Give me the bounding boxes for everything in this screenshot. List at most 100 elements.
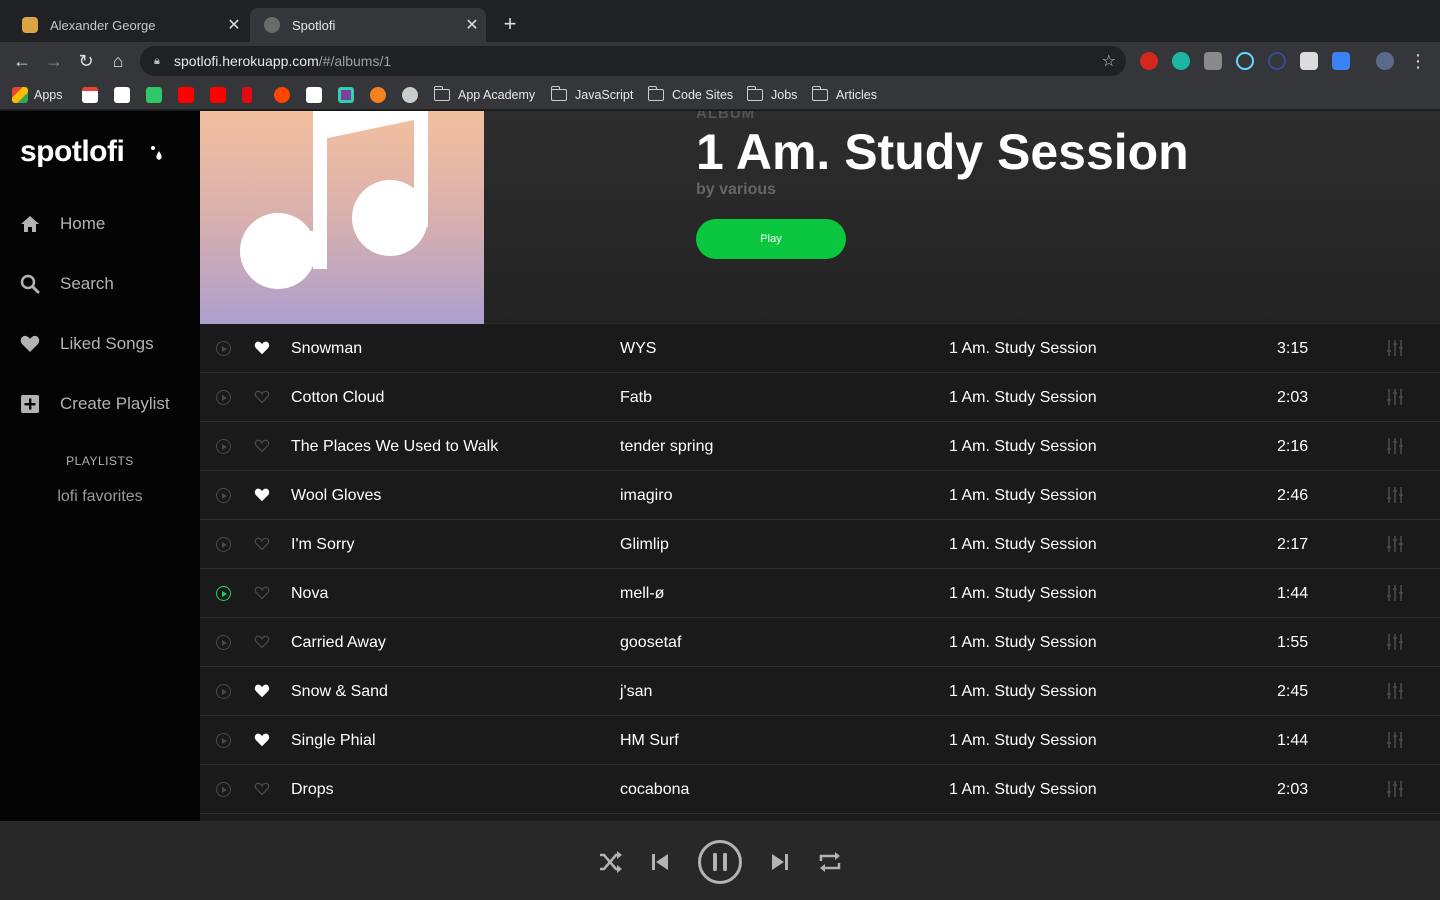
hackerrank-bookmark-icon[interactable] bbox=[146, 86, 168, 104]
track-row[interactable]: The Places We Used to Walk tender spring 1… bbox=[200, 422, 1440, 471]
menu-kebab-icon[interactable]: ⋮ bbox=[1406, 49, 1430, 73]
track-artist[interactable]: imagiro bbox=[620, 471, 672, 520]
shuffle-icon[interactable] bbox=[597, 850, 623, 874]
play-track-icon[interactable] bbox=[216, 667, 232, 716]
profile-avatar[interactable] bbox=[1376, 52, 1394, 70]
track-album[interactable]: 1 Am. Study Session bbox=[949, 667, 1097, 716]
track-artist[interactable]: WYS bbox=[620, 324, 656, 373]
heart-filled-icon[interactable] bbox=[254, 324, 270, 373]
browser-tab[interactable]: Alexander George ✕ bbox=[8, 8, 248, 42]
heart-outline-icon[interactable] bbox=[254, 765, 270, 814]
track-row[interactable]: Nova mell-ø 1 Am. Study Session 1:44 bbox=[200, 569, 1440, 618]
forward-arrow-icon[interactable]: → bbox=[42, 49, 66, 73]
next-icon[interactable] bbox=[770, 852, 790, 872]
track-album[interactable]: 1 Am. Study Session bbox=[949, 618, 1097, 667]
track-row[interactable]: Cotton Cloud Fatb 1 Am. Study Session 2:03 bbox=[200, 373, 1440, 422]
back-arrow-icon[interactable]: ← bbox=[10, 49, 34, 73]
address-bar[interactable]: 🔒︎ spotlofi.herokuapp.com/#/albums/1 ☆ bbox=[140, 46, 1126, 76]
heart-outline-icon[interactable] bbox=[254, 520, 270, 569]
play-track-icon[interactable] bbox=[216, 422, 232, 471]
react-devtools-icon[interactable] bbox=[1236, 52, 1254, 70]
heart-filled-icon[interactable] bbox=[254, 716, 270, 765]
track-album[interactable]: 1 Am. Study Session bbox=[949, 520, 1097, 569]
tab-close-icon[interactable]: ✕ bbox=[220, 15, 248, 35]
play-track-icon[interactable] bbox=[216, 716, 232, 765]
sliders-icon[interactable] bbox=[1386, 765, 1406, 814]
extension-icon[interactable] bbox=[1332, 52, 1350, 70]
playlist-item[interactable]: lofi favorites bbox=[0, 488, 200, 506]
extension-icon[interactable] bbox=[1172, 52, 1190, 70]
track-row[interactable]: Drops cocabona 1 Am. Study Session 2:03 bbox=[200, 765, 1440, 814]
sliders-icon[interactable] bbox=[1386, 324, 1406, 373]
track-row[interactable]: Wool Gloves imagiro 1 Am. Study Session 2:4… bbox=[200, 471, 1440, 520]
play-track-icon[interactable] bbox=[216, 569, 232, 618]
extension-icon[interactable] bbox=[1268, 52, 1286, 70]
nav-home[interactable]: Home bbox=[20, 209, 190, 239]
track-album[interactable]: 1 Am. Study Session bbox=[949, 422, 1097, 471]
nav-search[interactable]: Search bbox=[20, 269, 190, 299]
track-album[interactable]: 1 Am. Study Session bbox=[949, 716, 1097, 765]
play-track-icon[interactable] bbox=[216, 618, 232, 667]
tab-close-icon[interactable]: ✕ bbox=[458, 15, 486, 35]
track-artist[interactable]: mell-ø bbox=[620, 569, 664, 618]
pause-button[interactable] bbox=[698, 840, 742, 884]
site-bookmark-icon[interactable] bbox=[338, 86, 360, 104]
heart-filled-icon[interactable] bbox=[254, 471, 270, 520]
track-row[interactable]: Carried Away goosetaf 1 Am. Study Session 1… bbox=[200, 618, 1440, 667]
track-artist[interactable]: j'san bbox=[620, 667, 652, 716]
track-album[interactable]: 1 Am. Study Session bbox=[949, 569, 1097, 618]
track-artist[interactable]: cocabona bbox=[620, 765, 689, 814]
bookmark-apps[interactable]: Apps bbox=[12, 86, 63, 104]
amazon-bookmark-icon[interactable] bbox=[306, 86, 328, 104]
reddit-bookmark-icon[interactable] bbox=[274, 86, 296, 104]
track-artist[interactable]: Glimlip bbox=[620, 520, 669, 569]
repeat-icon[interactable] bbox=[818, 850, 842, 874]
track-album[interactable]: 1 Am. Study Session bbox=[949, 471, 1097, 520]
bookmark-folder[interactable]: App Academy bbox=[433, 86, 535, 104]
play-track-icon[interactable] bbox=[216, 324, 232, 373]
youtube-bookmark-icon[interactable] bbox=[210, 86, 232, 104]
track-album[interactable]: 1 Am. Study Session bbox=[949, 765, 1097, 814]
heart-outline-icon[interactable] bbox=[254, 569, 270, 618]
sliders-icon[interactable] bbox=[1386, 569, 1406, 618]
play-track-icon[interactable] bbox=[216, 520, 232, 569]
nav-create-playlist[interactable]: Create Playlist bbox=[20, 389, 190, 419]
medium-bookmark-icon[interactable] bbox=[114, 86, 136, 104]
previous-icon[interactable] bbox=[650, 852, 670, 872]
home-icon[interactable]: ⌂ bbox=[106, 49, 130, 73]
track-row[interactable]: Single Phial HM Surf 1 Am. Study Session 1:… bbox=[200, 716, 1440, 765]
play-button[interactable]: Play bbox=[696, 219, 846, 259]
heart-outline-icon[interactable] bbox=[254, 618, 270, 667]
youtube-bookmark-icon[interactable] bbox=[178, 86, 200, 104]
bookmark-folder[interactable]: Jobs bbox=[746, 86, 797, 104]
play-track-icon[interactable] bbox=[216, 373, 232, 422]
play-track-icon[interactable] bbox=[216, 765, 232, 814]
extension-icon[interactable] bbox=[1204, 52, 1222, 70]
track-row[interactable]: Snow & Sand j'san 1 Am. Study Session 2:45 bbox=[200, 667, 1440, 716]
extension-icon[interactable] bbox=[1140, 52, 1158, 70]
bookmark-folder[interactable]: Articles bbox=[811, 86, 877, 104]
track-album[interactable]: 1 Am. Study Session bbox=[949, 373, 1097, 422]
app-logo[interactable]: spotlofi bbox=[20, 135, 125, 169]
nav-liked-songs[interactable]: Liked Songs bbox=[20, 329, 190, 359]
play-track-icon[interactable] bbox=[216, 471, 232, 520]
extension-icon[interactable] bbox=[1300, 52, 1318, 70]
site-bookmark-icon[interactable] bbox=[370, 86, 392, 104]
heart-filled-icon[interactable] bbox=[254, 667, 270, 716]
track-album[interactable]: 1 Am. Study Session bbox=[949, 324, 1097, 373]
sliders-icon[interactable] bbox=[1386, 667, 1406, 716]
browser-tab-active[interactable]: Spotlofi ✕ bbox=[250, 8, 486, 42]
track-artist[interactable]: HM Surf bbox=[620, 716, 679, 765]
bookmark-folder[interactable]: Code Sites bbox=[647, 86, 733, 104]
reload-icon[interactable]: ↻ bbox=[74, 49, 98, 73]
bookmark-folder[interactable]: JavaScript bbox=[550, 86, 633, 104]
github-bookmark-icon[interactable] bbox=[402, 86, 424, 104]
netflix-bookmark-icon[interactable] bbox=[242, 86, 258, 104]
sliders-icon[interactable] bbox=[1386, 471, 1406, 520]
gmail-bookmark-icon[interactable] bbox=[82, 86, 104, 104]
heart-outline-icon[interactable] bbox=[254, 422, 270, 471]
track-artist[interactable]: tender spring bbox=[620, 422, 713, 471]
bookmark-star-icon[interactable]: ☆ bbox=[1102, 51, 1116, 71]
sliders-icon[interactable] bbox=[1386, 520, 1406, 569]
sliders-icon[interactable] bbox=[1386, 716, 1406, 765]
